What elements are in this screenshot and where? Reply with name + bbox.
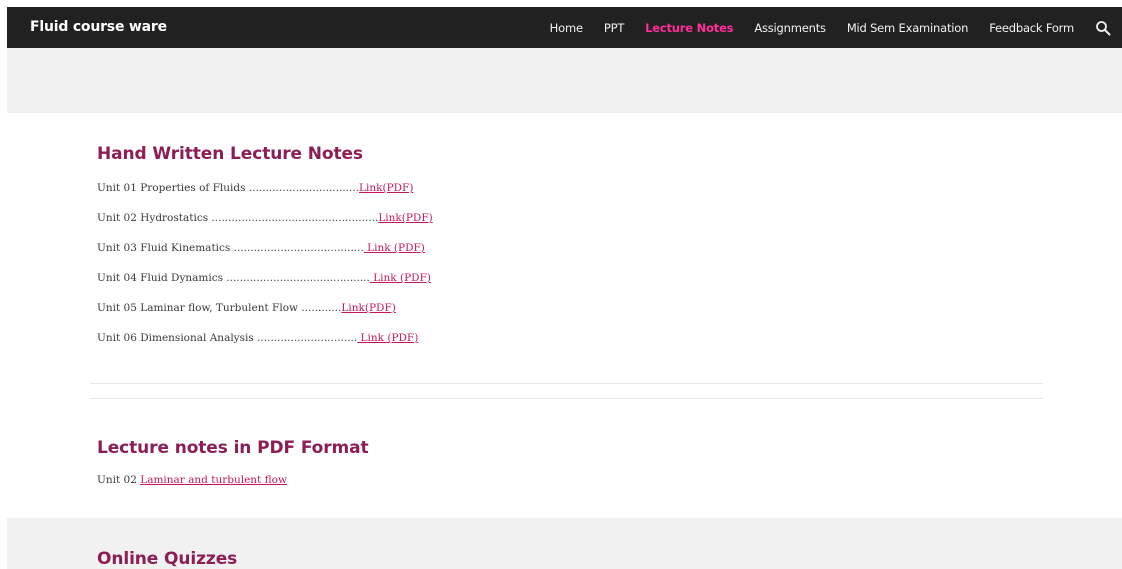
list-item: Unit 01 Properties of Fluids ...........… [97,180,433,210]
pdf-link[interactable]: Link(PDF) [341,302,395,314]
unit-label: Unit 01 Properties of Fluids ...........… [97,182,360,194]
nav-item-assignments[interactable]: Assignments [754,21,826,35]
list-item: Unit 03 Fluid Kinematics ...............… [97,240,433,270]
nav-item-feedback-form[interactable]: Feedback Form [989,21,1074,35]
unit-label: Unit 06 Dimensional Analysis ...........… [97,332,358,344]
list-item: Unit 04 Fluid Dynamics .................… [97,270,433,300]
list-item: Unit 05 Laminar flow, Turbulent Flow ...… [97,300,433,330]
section-divider [90,383,1043,384]
online-quizzes-section: Online Quizzes [7,518,1122,569]
nav-item-ppt[interactable]: PPT [604,21,624,35]
online-quizzes-heading: Online Quizzes [97,549,238,569]
pdf-link[interactable]: Link(PDF) [359,182,413,194]
list-item: Unit 02 Hydrostatics ...................… [97,210,433,240]
unit-label: Unit 04 Fluid Dynamics .................… [97,272,370,284]
unit-label: Unit 02 Hydrostatics ...................… [97,212,379,224]
handwritten-notes-heading: Hand Written Lecture Notes [97,144,363,164]
section-divider [90,398,1043,399]
unit-label: Unit 03 Fluid Kinematics ...............… [97,242,364,254]
unit-label: Unit 02 [97,474,141,486]
nav-item-lecture-notes[interactable]: Lecture Notes [645,21,733,35]
handwritten-notes-list: Unit 01 Properties of Fluids ...........… [97,180,433,360]
search-icon[interactable] [1095,20,1111,36]
page-banner [7,48,1122,113]
nav-item-home[interactable]: Home [550,21,583,35]
pdf-link[interactable]: Link (PDF) [364,242,425,254]
top-navbar: Fluid course ware Home PPT Lecture Notes… [7,7,1122,48]
list-item: Unit 06 Dimensional Analysis ...........… [97,330,433,360]
pdf-link[interactable]: Link(PDF) [378,212,432,224]
nav-item-mid-sem-examination[interactable]: Mid Sem Examination [847,21,969,35]
pdf-format-heading: Lecture notes in PDF Format [97,438,369,458]
pdf-format-item: Unit 02 Laminar and turbulent flow [97,474,287,486]
pdf-link[interactable]: Link (PDF) [357,332,419,344]
pdf-link[interactable]: Link (PDF) [370,272,431,284]
main-nav: Home PPT Lecture Notes Assignments Mid S… [550,7,1122,48]
site-title[interactable]: Fluid course ware [30,7,167,48]
unit-label: Unit 05 Laminar flow, Turbulent Flow ...… [97,302,342,314]
pdf-link[interactable]: Laminar and turbulent flow [140,474,287,486]
